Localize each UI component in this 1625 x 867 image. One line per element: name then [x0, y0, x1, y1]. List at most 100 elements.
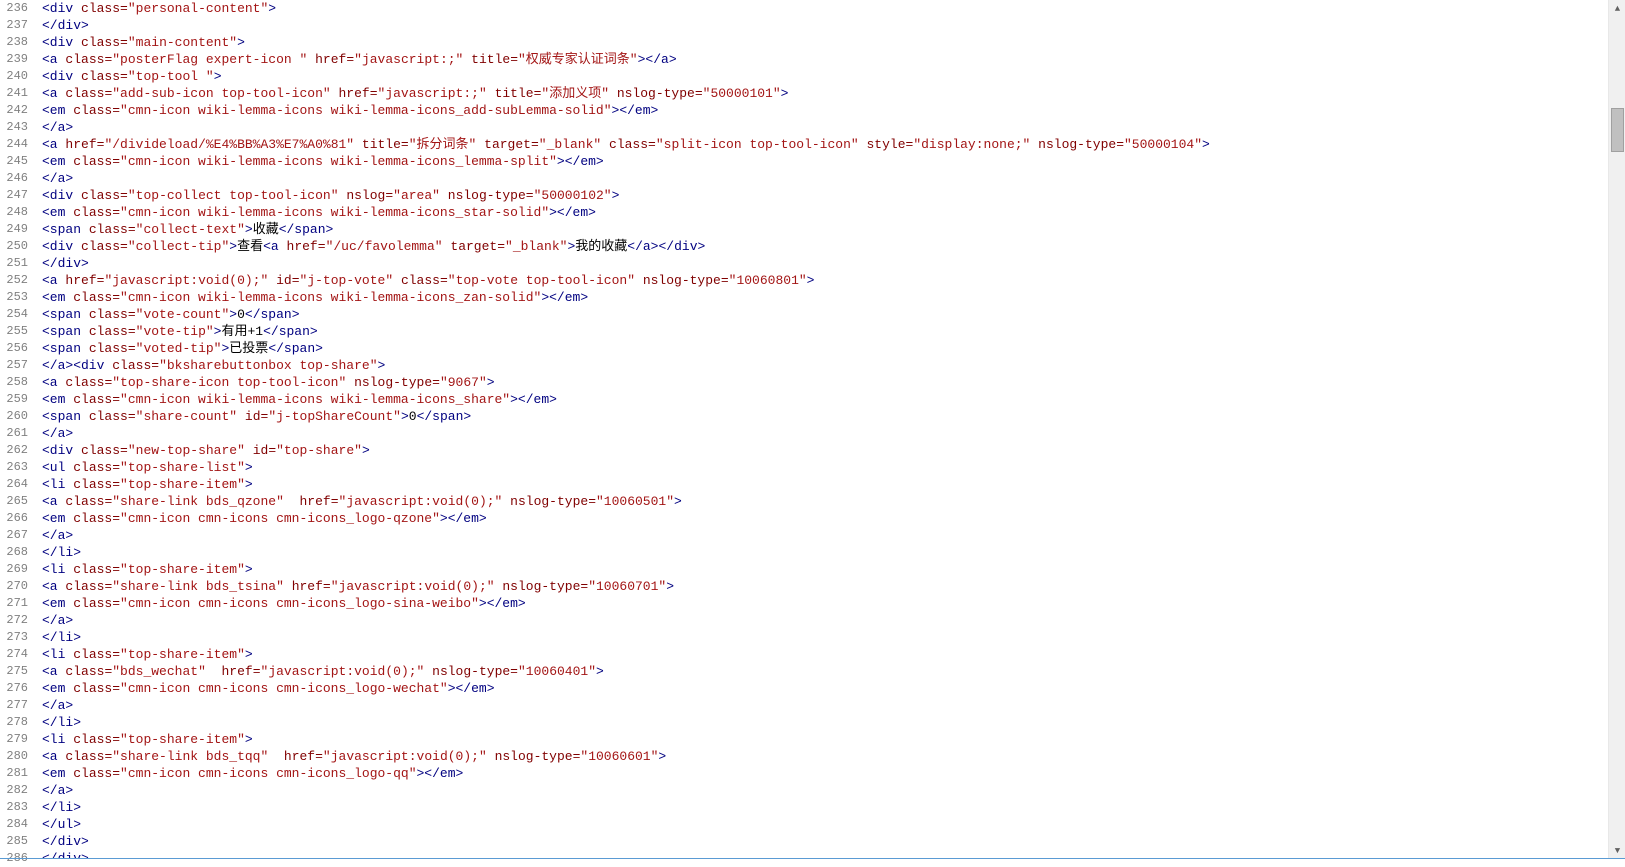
code-line[interactable]: <a class="share-link bds_tsina" href="ja… — [42, 578, 1608, 595]
code-line[interactable]: <em class="cmn-icon wiki-lemma-icons wik… — [42, 153, 1608, 170]
token-text — [440, 188, 448, 203]
token-text — [73, 443, 81, 458]
token-punct: = — [112, 154, 120, 169]
token-tag: ></em> — [557, 154, 604, 169]
code-line[interactable]: <div class="main-content"> — [42, 34, 1608, 51]
token-tag: > — [245, 647, 253, 662]
code-line[interactable]: </li> — [42, 714, 1608, 731]
code-line[interactable]: <div class="personal-content"> — [42, 0, 1608, 17]
code-line[interactable]: <em class="cmn-icon wiki-lemma-icons wik… — [42, 289, 1608, 306]
scroll-down-arrow-icon[interactable]: ▼ — [1609, 842, 1625, 859]
token-text — [73, 239, 81, 254]
token-attr: class — [65, 375, 104, 390]
code-line[interactable]: <div class="collect-tip">查看<a href="/uc/… — [42, 238, 1608, 255]
code-line[interactable]: <span class="voted-tip">已投票</span> — [42, 340, 1608, 357]
token-attr: class — [609, 137, 648, 152]
token-attr: nslog-type — [643, 273, 721, 288]
code-line[interactable]: <li class="top-share-item"> — [42, 476, 1608, 493]
token-attr: title — [471, 52, 510, 67]
code-line[interactable]: </a> — [42, 782, 1608, 799]
code-line[interactable]: <a href="/divideload/%E4%BB%A3%E7%A0%81"… — [42, 136, 1608, 153]
token-attr: href — [300, 494, 331, 509]
code-line[interactable]: </a> — [42, 697, 1608, 714]
code-line[interactable]: <span class="collect-text">收藏</span> — [42, 221, 1608, 238]
token-tag: > — [807, 273, 815, 288]
token-punct: = — [120, 239, 128, 254]
code-line[interactable]: </a> — [42, 119, 1608, 136]
code-line[interactable]: <div class="top-tool "> — [42, 68, 1608, 85]
code-line[interactable]: </a> — [42, 527, 1608, 544]
code-line[interactable]: <a class="top-share-icon top-tool-icon" … — [42, 374, 1608, 391]
code-line[interactable]: </li> — [42, 629, 1608, 646]
token-punct: = — [112, 477, 120, 492]
code-line[interactable]: <em class="cmn-icon cmn-icons cmn-icons_… — [42, 765, 1608, 782]
token-tag: <span — [42, 222, 81, 237]
token-tag: <span — [42, 341, 81, 356]
token-attr: class — [73, 392, 112, 407]
token-tag: > — [596, 664, 604, 679]
code-line[interactable]: </a> — [42, 170, 1608, 187]
token-attr: class — [65, 52, 104, 67]
code-line[interactable]: <div class="new-top-share" id="top-share… — [42, 442, 1608, 459]
code-line[interactable]: <em class="cmn-icon wiki-lemma-icons wik… — [42, 102, 1608, 119]
token-text — [601, 137, 609, 152]
scroll-up-arrow-icon[interactable]: ▲ — [1609, 0, 1625, 17]
code-line[interactable]: </li> — [42, 799, 1608, 816]
code-line[interactable]: <a class="add-sub-icon top-tool-icon" hr… — [42, 85, 1608, 102]
code-line[interactable]: </a> — [42, 425, 1608, 442]
code-line[interactable]: <em class="cmn-icon cmn-icons cmn-icons_… — [42, 510, 1608, 527]
code-line[interactable]: <div class="top-collect top-tool-icon" n… — [42, 187, 1608, 204]
token-text — [1030, 137, 1038, 152]
code-line[interactable]: </li> — [42, 544, 1608, 561]
token-punct: = — [112, 562, 120, 577]
code-line[interactable]: <li class="top-share-item"> — [42, 646, 1608, 663]
line-number: 278 — [0, 714, 28, 731]
token-tag: <span — [42, 324, 81, 339]
code-line[interactable]: <a class="posterFlag expert-icon " href=… — [42, 51, 1608, 68]
token-val: "main-content" — [128, 35, 237, 50]
token-val: "top-collect top-tool-icon" — [128, 188, 339, 203]
code-line[interactable]: </div> — [42, 833, 1608, 850]
code-line[interactable]: <a href="javascript:void(0);" id="j-top-… — [42, 272, 1608, 289]
code-line[interactable]: </div> — [42, 17, 1608, 34]
token-tag: > — [245, 477, 253, 492]
line-number: 247 — [0, 187, 28, 204]
code-line[interactable]: <span class="share-count" id="j-topShare… — [42, 408, 1608, 425]
token-attr: target — [484, 137, 531, 152]
code-line[interactable]: <em class="cmn-icon cmn-icons cmn-icons_… — [42, 595, 1608, 612]
code-line[interactable]: <em class="cmn-icon cmn-icons cmn-icons_… — [42, 680, 1608, 697]
line-number: 239 — [0, 51, 28, 68]
code-line[interactable]: </a> — [42, 612, 1608, 629]
code-line[interactable]: </a><div class="bksharebuttonbox top-sha… — [42, 357, 1608, 374]
code-editor-content[interactable]: <div class="personal-content"></div><div… — [36, 0, 1608, 859]
code-line[interactable]: <span class="vote-count">0</span> — [42, 306, 1608, 323]
code-line[interactable]: <em class="cmn-icon wiki-lemma-icons wik… — [42, 204, 1608, 221]
code-line[interactable]: </ul> — [42, 816, 1608, 833]
scroll-thumb[interactable] — [1611, 108, 1624, 152]
token-tag: > — [245, 562, 253, 577]
code-line[interactable]: <li class="top-share-item"> — [42, 561, 1608, 578]
vertical-scrollbar[interactable]: ▲ ▼ — [1608, 0, 1625, 859]
token-val: "top-share" — [276, 443, 362, 458]
code-line[interactable]: <a class="bds_wechat" href="javascript:v… — [42, 663, 1608, 680]
code-line[interactable]: <ul class="top-share-list"> — [42, 459, 1608, 476]
token-punct: = — [315, 749, 323, 764]
line-number: 246 — [0, 170, 28, 187]
code-line[interactable]: <li class="top-share-item"> — [42, 731, 1608, 748]
code-line[interactable]: <a class="share-link bds_qzone" href="ja… — [42, 493, 1608, 510]
code-line[interactable]: <span class="vote-tip">有用+1</span> — [42, 323, 1608, 340]
code-line[interactable]: <em class="cmn-icon wiki-lemma-icons wik… — [42, 391, 1608, 408]
token-val: "collect-tip" — [128, 239, 229, 254]
token-tag: > — [401, 409, 409, 424]
code-line[interactable]: <a class="share-link bds_tqq" href="java… — [42, 748, 1608, 765]
token-punct: = — [112, 596, 120, 611]
token-val: "10060401" — [518, 664, 596, 679]
token-val: "share-link bds_tsina" — [112, 579, 284, 594]
token-tag: </ul> — [42, 817, 81, 832]
token-text — [268, 749, 284, 764]
code-line[interactable]: </div> — [42, 255, 1608, 272]
token-attr: href — [284, 749, 315, 764]
token-tag: <li — [42, 562, 65, 577]
token-tag: ></em> — [549, 205, 596, 220]
token-tag: <div — [42, 35, 73, 50]
